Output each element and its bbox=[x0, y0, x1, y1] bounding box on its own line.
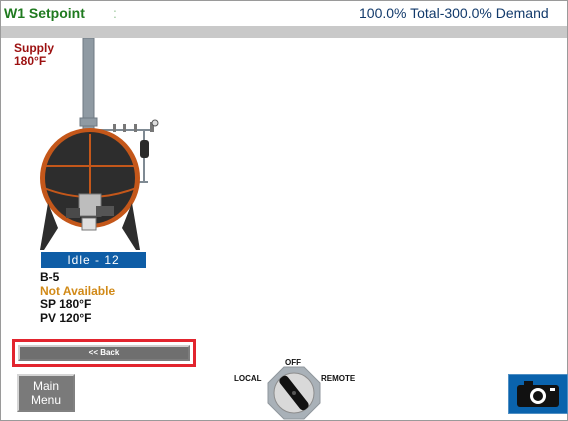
title-separator: : bbox=[113, 5, 117, 21]
selector-remote-label: REMOTE bbox=[321, 374, 356, 383]
header-bar: W1 Setpoint : 100.0% Total-300.0% Demand bbox=[1, 1, 567, 27]
boiler-icon[interactable] bbox=[34, 38, 166, 252]
boiler-info: B-5 Not Available SP 180°F PV 120°F bbox=[40, 270, 116, 325]
main-menu-label-line2: Menu bbox=[30, 393, 62, 407]
demand-status: 100.0% Total-300.0% Demand bbox=[359, 5, 549, 21]
main-menu-label-line1: Main bbox=[32, 379, 59, 393]
camera-button[interactable] bbox=[508, 374, 568, 414]
boiler-state-banner: Idle - 12 bbox=[41, 252, 146, 268]
selector-switch-icon[interactable] bbox=[266, 365, 322, 421]
selector-local-label: LOCAL bbox=[234, 374, 262, 383]
page-title: W1 Setpoint bbox=[4, 5, 85, 21]
main-menu-button[interactable]: Main Menu bbox=[17, 374, 75, 412]
boiler-name: B-5 bbox=[40, 270, 60, 284]
setpoint-value: SP 180°F bbox=[40, 297, 92, 311]
back-button[interactable]: << Back bbox=[18, 345, 190, 361]
camera-icon bbox=[517, 381, 559, 407]
header-divider-bar bbox=[1, 26, 567, 38]
availability-status: Not Available bbox=[40, 283, 116, 298]
process-value: PV 120°F bbox=[40, 310, 92, 325]
